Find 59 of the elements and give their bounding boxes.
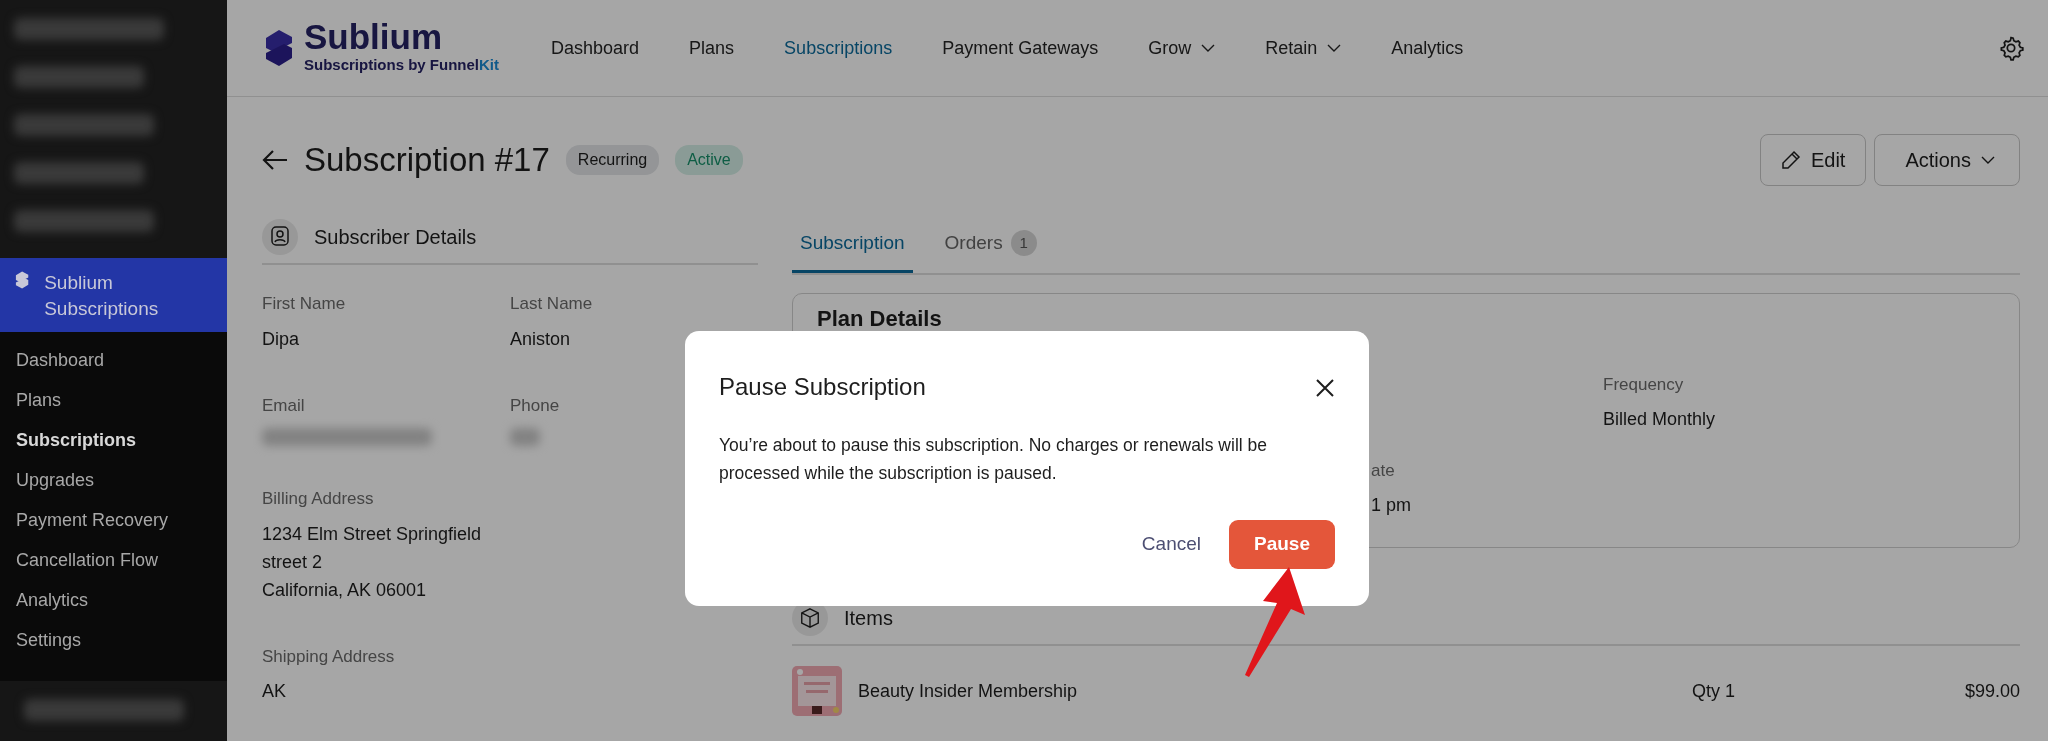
field-value: Billed Monthly (1603, 408, 1716, 431)
nav-link[interactable]: Analytics (1391, 34, 1464, 62)
plugin-icon (14, 270, 31, 290)
address-line: California, AK 06001 (262, 578, 427, 602)
cancel-button[interactable]: Cancel (1129, 522, 1213, 567)
tab[interactable]: Orders 1 (936, 229, 1045, 273)
sidebar-item[interactable]: Dashboard (0, 340, 227, 380)
field-label: First Name (262, 293, 346, 315)
field-label: ate (1371, 459, 1395, 482)
sidebar-item[interactable]: Payment Recovery (0, 500, 227, 540)
field-label: Shipping Address (262, 645, 395, 668)
pencil-icon (1780, 150, 1801, 170)
nav-link[interactable]: Payment Gateways (942, 34, 1099, 62)
nav-dropdown[interactable]: Retain (1265, 34, 1342, 62)
page-title: Subscription #17 (304, 140, 550, 181)
item-quantity: Qty 1 (1691, 679, 1735, 703)
address-line: street 2 (262, 550, 323, 574)
card-title: Plan Details (817, 304, 943, 333)
address-line: 1234 Elm Street Springfield (262, 522, 482, 546)
sidebar-item[interactable]: Analytics (0, 580, 227, 620)
sidebar-item[interactable]: Subscriptions (0, 420, 227, 460)
pause-button[interactable]: Pause (1229, 520, 1335, 569)
modal-message: You’re about to pause this subscription. No charges or renewals will be processed while the subscription is paused. (719, 434, 1268, 485)
item-name: Beauty Insider Membership (858, 679, 1078, 703)
logo-tagline: Subscriptions by FunnelKit (304, 54, 499, 75)
sidebar-item[interactable]: Upgrades (0, 460, 227, 500)
section-title: Subscriber Details (314, 225, 477, 250)
field-value: Aniston (510, 327, 571, 351)
chevron-down-icon (1327, 44, 1342, 52)
subscriber-icon (262, 219, 298, 255)
settings-icon[interactable] (1998, 35, 2024, 61)
chevron-down-icon (1981, 156, 1995, 164)
logo-name: Sublium (304, 19, 444, 54)
section-title: Items (844, 605, 893, 631)
field-label: Last Name (510, 293, 593, 315)
nav-dropdown[interactable]: Grow (1148, 34, 1216, 62)
edit-button[interactable]: Edit (1759, 134, 1867, 186)
chevron-down-icon (1201, 44, 1216, 52)
field-label: Phone (510, 394, 560, 417)
actions-dropdown[interactable]: Actions (1874, 134, 2020, 186)
field-label: Frequency (1603, 373, 1684, 396)
count-badge: 1 (1010, 230, 1037, 257)
sidebar-item[interactable]: Plans (0, 380, 227, 420)
modal-title: Pause Subscription (719, 372, 926, 402)
field-label: Email (262, 394, 305, 417)
tab[interactable]: Subscription (792, 229, 913, 273)
field-label: Billing Address (262, 488, 374, 510)
field-value: Dipa (262, 327, 300, 351)
address-line: AK (262, 680, 286, 703)
nav-link[interactable]: Subscriptions (784, 34, 893, 62)
nav-link[interactable]: Plans (689, 34, 735, 62)
field-value: 1 pm (1371, 494, 1412, 517)
nav-link[interactable]: Dashboard (551, 34, 640, 62)
status-badge: Recurring (565, 145, 660, 175)
sidebar-item[interactable]: Settings (0, 620, 227, 660)
item-price: $99.00 (1964, 679, 2020, 703)
back-arrow-icon[interactable] (262, 149, 288, 171)
status-badge: Active (675, 145, 743, 175)
sidebar-item[interactable]: Cancellation Flow (0, 540, 227, 580)
